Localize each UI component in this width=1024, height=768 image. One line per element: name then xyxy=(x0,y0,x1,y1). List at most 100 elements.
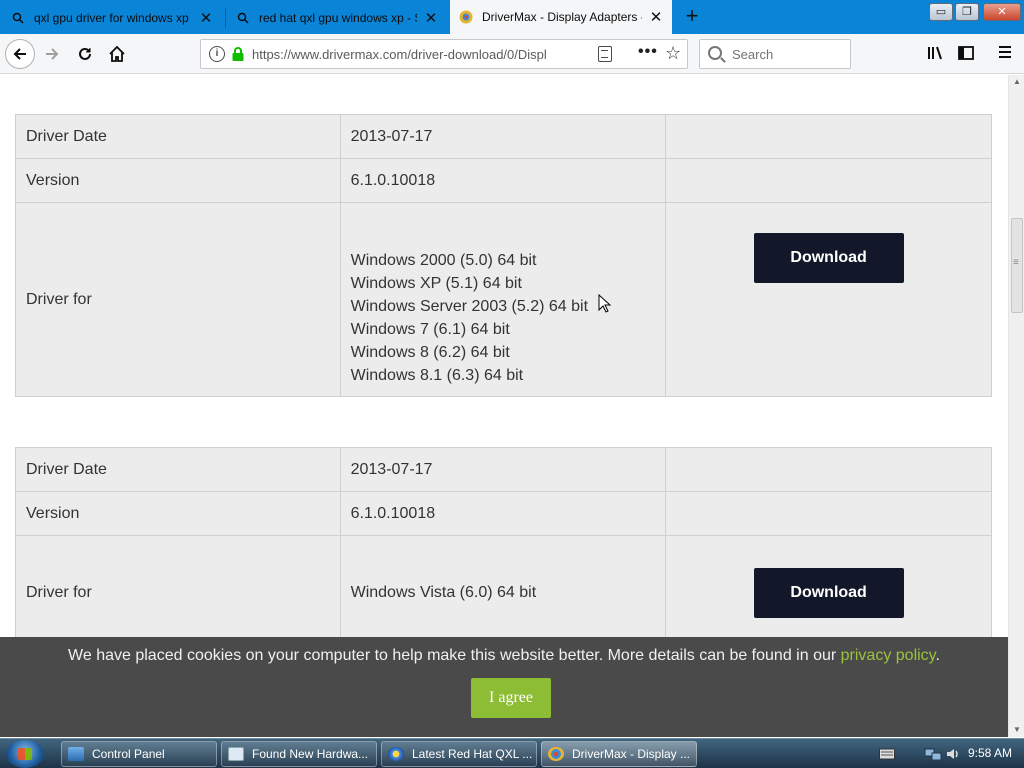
sidebar-button[interactable] xyxy=(955,44,977,64)
cookie-banner: We have placed cookies on your computer … xyxy=(0,637,1008,737)
chrome-icon xyxy=(388,747,404,761)
sidebar-icon xyxy=(958,46,974,60)
home-icon xyxy=(109,45,125,62)
windows-taskbar: Control Panel Found New Hardwa... Latest… xyxy=(0,738,1024,768)
close-tab-icon[interactable]: ✕ xyxy=(648,8,664,26)
download-cell: Download xyxy=(665,202,992,397)
mouse-cursor-icon xyxy=(598,294,612,313)
version-label: Version xyxy=(15,491,341,536)
tab-title: qxl gpu driver for windows xp - xyxy=(34,11,192,25)
empty-cell xyxy=(665,114,992,159)
driver-date-label: Driver Date xyxy=(15,447,341,492)
download-button[interactable]: Download xyxy=(753,233,904,283)
drivermax-icon xyxy=(548,747,564,761)
table-row: Version 6.1.0.10018 xyxy=(15,491,992,536)
search-icon xyxy=(235,10,251,26)
close-window-button[interactable]: ✕ xyxy=(983,3,1021,21)
search-icon xyxy=(708,46,722,60)
tab-redhat-search[interactable]: red hat qxl gpu windows xp - St ✕ xyxy=(227,2,447,34)
taskbar-item-found-hardware[interactable]: Found New Hardwa... xyxy=(221,741,377,767)
os-item: Windows XP (5.1) 64 bit xyxy=(350,274,522,292)
version-value: 6.1.0.10018 xyxy=(339,158,667,203)
cookie-text: We have placed cookies on your computer … xyxy=(68,647,841,664)
keyboard-icon[interactable] xyxy=(879,748,895,760)
os-list: Windows 2000 (5.0) 64 bit Windows XP (5.… xyxy=(339,202,667,397)
scroll-thumb[interactable] xyxy=(1011,218,1023,313)
driver-date-value: 2013-07-17 xyxy=(339,447,667,492)
driver-for-label: Driver for xyxy=(15,535,341,650)
driver-table: Driver Date 2013-07-17 Version 6.1.0.100… xyxy=(15,447,992,650)
tab-separator xyxy=(225,8,226,28)
system-clock[interactable]: 9:58 AM xyxy=(968,746,1012,760)
tab-bar: qxl gpu driver for windows xp - ✕ red ha… xyxy=(0,0,1024,34)
taskbar-item-drivermax[interactable]: DriverMax - Display ... xyxy=(541,741,697,767)
menu-button[interactable] xyxy=(994,44,1016,64)
site-info-icon[interactable]: i xyxy=(209,46,225,62)
drivermax-favicon-icon xyxy=(458,9,474,25)
back-button[interactable] xyxy=(5,39,35,69)
url-text[interactable]: https://www.drivermax.com/driver-downloa… xyxy=(252,47,592,62)
tab-qxl-search[interactable]: qxl gpu driver for windows xp - ✕ xyxy=(2,2,222,34)
control-panel-icon xyxy=(68,747,84,761)
table-row: Driver for Windows 2000 (5.0) 64 bit Win… xyxy=(15,202,992,397)
network-icon[interactable] xyxy=(924,746,942,762)
forward-arrow-icon xyxy=(46,48,59,60)
driver-for-label: Driver for xyxy=(15,202,341,397)
table-row: Version 6.1.0.10018 xyxy=(15,158,992,203)
empty-cell xyxy=(665,158,992,203)
driver-date-label: Driver Date xyxy=(15,114,341,159)
taskbar-item-label: DriverMax - Display ... xyxy=(572,747,691,761)
empty-cell xyxy=(665,447,992,492)
taskbar-item-label: Found New Hardwa... xyxy=(252,747,369,761)
reader-view-icon[interactable] xyxy=(598,46,612,62)
os-item: Windows 2000 (5.0) 64 bit xyxy=(350,251,537,269)
new-tab-button[interactable]: + xyxy=(680,5,704,29)
cookie-message: We have placed cookies on your computer … xyxy=(0,647,1008,665)
tab-title: DriverMax - Display Adapters - P xyxy=(482,10,642,24)
driver-date-value: 2013-07-17 xyxy=(339,114,667,159)
reload-button[interactable] xyxy=(71,40,99,68)
taskbar-item-label: Control Panel xyxy=(92,747,165,761)
vertical-scrollbar[interactable]: ▲ ▼ xyxy=(1008,75,1024,737)
window-icon xyxy=(228,747,244,761)
search-box[interactable]: Search xyxy=(699,39,851,69)
os-list: Windows Vista (6.0) 64 bit xyxy=(339,535,667,650)
download-button[interactable]: Download xyxy=(753,567,904,618)
hamburger-menu-icon xyxy=(999,46,1011,58)
privacy-policy-link[interactable]: privacy policy xyxy=(841,647,936,664)
table-row: Driver for Windows Vista (6.0) 64 bit Do… xyxy=(15,535,992,650)
scroll-up-icon[interactable]: ▲ xyxy=(1012,77,1022,86)
empty-cell xyxy=(665,491,992,536)
home-button[interactable] xyxy=(103,40,131,68)
version-value: 6.1.0.10018 xyxy=(339,491,667,536)
tab-title: red hat qxl gpu windows xp - St xyxy=(259,11,417,25)
back-arrow-icon xyxy=(13,48,26,60)
close-tab-icon[interactable]: ✕ xyxy=(423,9,439,27)
os-item: Windows Vista (6.0) 64 bit xyxy=(350,584,537,601)
page-actions-icon[interactable]: ••• xyxy=(638,43,658,61)
version-label: Version xyxy=(15,158,341,203)
os-item: Windows 7 (6.1) 64 bit xyxy=(350,320,510,338)
agree-button[interactable]: I agree xyxy=(471,678,551,718)
restore-button[interactable]: ❐ xyxy=(955,3,979,21)
library-button[interactable] xyxy=(924,44,946,64)
search-icon xyxy=(10,10,26,26)
os-item: Windows 8 (6.2) 64 bit xyxy=(350,343,510,361)
lock-icon xyxy=(232,47,244,61)
table-row: Driver Date 2013-07-17 xyxy=(15,447,992,492)
scroll-down-icon[interactable]: ▼ xyxy=(1012,725,1022,734)
volume-icon[interactable] xyxy=(945,746,961,762)
close-tab-icon[interactable]: ✕ xyxy=(198,9,214,27)
minimize-button[interactable]: ▭ xyxy=(929,3,953,21)
taskbar-item-redhat-qxl[interactable]: Latest Red Hat QXL ... xyxy=(381,741,537,767)
bookmark-star-icon[interactable]: ☆ xyxy=(665,43,681,64)
start-button[interactable] xyxy=(6,740,44,768)
cookie-text-end: . xyxy=(935,647,940,664)
url-bar[interactable]: i https://www.drivermax.com/driver-downl… xyxy=(200,39,688,69)
forward-button[interactable] xyxy=(38,40,66,68)
table-row: Driver Date 2013-07-17 xyxy=(15,114,992,159)
driver-table: Driver Date 2013-07-17 Version 6.1.0.100… xyxy=(15,114,992,397)
tab-drivermax[interactable]: DriverMax - Display Adapters - P ✕ xyxy=(450,0,672,34)
taskbar-item-control-panel[interactable]: Control Panel xyxy=(61,741,217,767)
reload-icon xyxy=(79,47,91,60)
